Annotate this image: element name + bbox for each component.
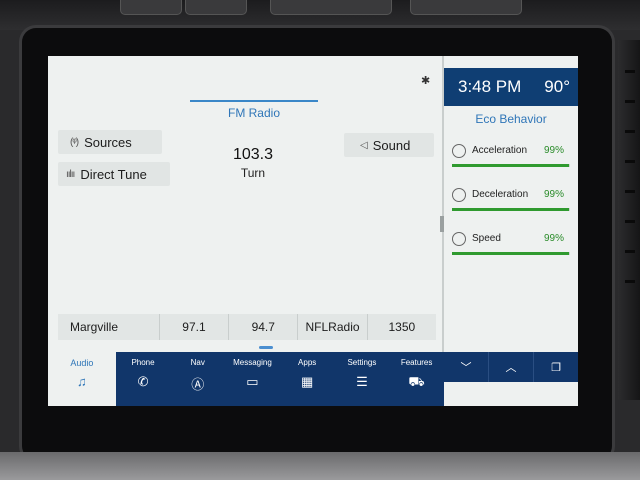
hazard-button bbox=[270, 0, 392, 15]
gauge-icon bbox=[452, 144, 466, 158]
eco-metric-value: 99% bbox=[543, 233, 564, 244]
chat-icon: ▭ bbox=[246, 374, 259, 389]
sliders-icon: ☰ bbox=[356, 374, 368, 389]
bottom-nav-bar: Audio ♫ Phone ✆ Nav Ⓐ Messaging ▭ Apps ▦… bbox=[48, 352, 444, 406]
nav-navigation[interactable]: Nav Ⓐ bbox=[170, 352, 225, 406]
preset-bar: Margville 97.1 94.7 NFLRadio 1350 bbox=[58, 314, 436, 340]
panel-controls: ﹀ ︿ ❐ bbox=[444, 352, 578, 382]
eco-metric-label: Deceleration bbox=[472, 189, 529, 200]
preset-button[interactable]: NFLRadio bbox=[298, 314, 368, 340]
clock: 3:48 PM bbox=[458, 77, 522, 96]
air-vent bbox=[618, 40, 640, 400]
phone-icon: ✆ bbox=[137, 374, 149, 389]
dash-button bbox=[120, 0, 182, 15]
nav-audio[interactable]: Audio ♫ bbox=[48, 352, 116, 406]
sources-button[interactable]: (ᵠ) Sources bbox=[58, 130, 162, 154]
mode-indicator bbox=[190, 100, 318, 102]
nav-phone[interactable]: Phone ✆ bbox=[116, 352, 171, 406]
speaker-icon: ◁ bbox=[360, 139, 368, 151]
waveform-icon: ıılıı bbox=[66, 168, 75, 180]
preset-button[interactable]: 97.1 bbox=[160, 314, 230, 340]
infotainment-screen: ✱ FM Radio (ᵠ) Sources ıılıı Direct Tune… bbox=[48, 56, 578, 406]
apps-grid-icon: ▦ bbox=[301, 374, 314, 389]
eco-metric-acceleration[interactable]: Acceleration 99% bbox=[452, 142, 572, 170]
navigation-icon: Ⓐ bbox=[191, 377, 205, 392]
eco-metric-label: Acceleration bbox=[472, 145, 528, 156]
copy-panel-icon[interactable]: ❐ bbox=[534, 352, 578, 382]
sound-button[interactable]: ◁ Sound bbox=[344, 133, 434, 157]
eco-metric-deceleration[interactable]: Deceleration 99% bbox=[452, 186, 572, 214]
eco-metric-bar bbox=[452, 208, 570, 211]
direct-tune-label: Direct Tune bbox=[80, 166, 147, 182]
status-header: 3:48 PM 90° bbox=[444, 68, 578, 106]
eco-metric-value: 99% bbox=[543, 145, 564, 156]
direct-tune-button[interactable]: ıılıı Direct Tune bbox=[58, 162, 170, 186]
bluetooth-icon: ✱ bbox=[421, 75, 431, 87]
station-name: Turn bbox=[240, 166, 266, 180]
nav-apps[interactable]: Apps ▦ bbox=[280, 352, 335, 406]
nav-messaging[interactable]: Messaging ▭ bbox=[225, 352, 280, 406]
eco-metric-speed[interactable]: Speed 99% bbox=[452, 230, 572, 258]
music-note-icon: ♫ bbox=[76, 374, 87, 389]
preset-button[interactable]: 1350 bbox=[368, 314, 436, 340]
eco-metric-bar bbox=[452, 252, 570, 255]
audio-panel: ✱ FM Radio (ᵠ) Sources ıılıı Direct Tune… bbox=[48, 56, 442, 352]
eco-metric-value: 99% bbox=[543, 189, 564, 200]
dash-button bbox=[410, 0, 522, 15]
outside-temperature: 90° bbox=[544, 77, 570, 96]
dash-button bbox=[185, 0, 247, 15]
sound-label: Sound bbox=[372, 137, 411, 153]
truck-icon: ⛟ bbox=[408, 374, 425, 389]
preset-button[interactable]: 94.7 bbox=[229, 314, 299, 340]
frequency-display: 103.3 bbox=[232, 146, 274, 163]
dashboard-top bbox=[0, 0, 640, 30]
nav-settings[interactable]: Settings ☰ bbox=[335, 352, 390, 406]
gauge-icon bbox=[452, 188, 466, 202]
gauge-icon bbox=[452, 232, 466, 246]
eco-metric-label: Speed bbox=[472, 233, 501, 244]
nav-features[interactable]: Features ⛟ bbox=[389, 352, 444, 406]
dashboard-bottom bbox=[0, 452, 640, 480]
eco-metric-bar bbox=[452, 164, 570, 167]
antenna-icon: (ᵠ) bbox=[70, 136, 79, 148]
eco-title: Eco Behavior bbox=[475, 112, 547, 126]
sources-label: Sources bbox=[84, 134, 132, 150]
chevron-up-icon[interactable]: ︿ bbox=[489, 352, 534, 382]
pull-up-handle[interactable] bbox=[259, 346, 273, 349]
preset-button[interactable]: Margville bbox=[58, 314, 160, 340]
audio-mode-title: FM Radio bbox=[227, 106, 280, 120]
chevron-down-icon[interactable]: ﹀ bbox=[444, 352, 489, 382]
